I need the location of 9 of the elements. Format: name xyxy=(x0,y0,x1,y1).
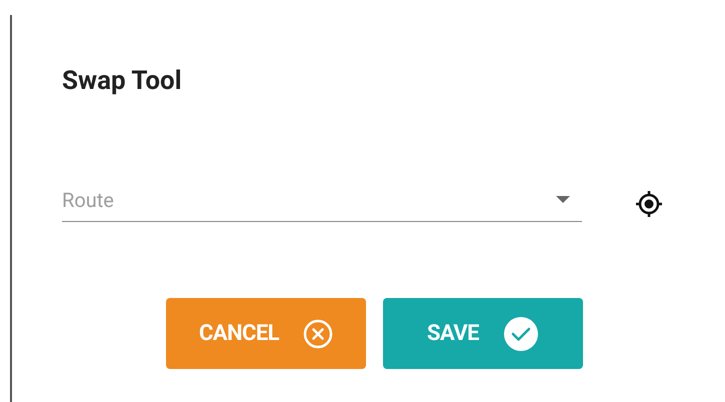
placeholder-text: Route xyxy=(62,186,114,214)
cancel-button[interactable]: CANCEL xyxy=(166,298,366,369)
close-icon xyxy=(303,318,334,348)
check-icon xyxy=(503,316,539,352)
route-dropdown[interactable]: Route xyxy=(62,178,582,222)
dropdown-caret-icon xyxy=(556,196,570,204)
crosshair-icon[interactable] xyxy=(635,190,663,218)
dialog-title: Swap Tool xyxy=(62,65,183,98)
save-button[interactable]: SAVE xyxy=(383,298,583,369)
